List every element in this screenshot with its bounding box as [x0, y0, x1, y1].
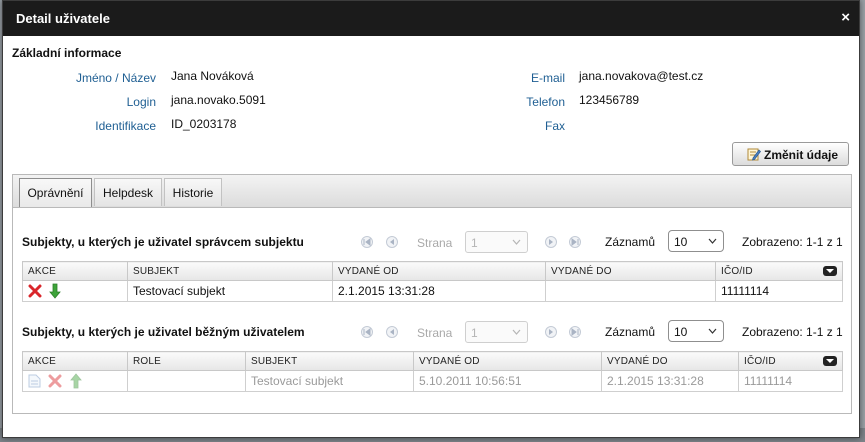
column-menu-icon[interactable] [823, 265, 837, 276]
user-shown-count: Zobrazeno: 1-1 z 1 [742, 325, 843, 339]
dialog-title: Detail uživatele [16, 11, 110, 26]
row-issued-to [545, 280, 716, 302]
identification-value: ID_0203178 [171, 117, 237, 131]
first-page-icon[interactable] [361, 326, 373, 338]
user-detail-dialog: Detail uživatele × Základní informace Jm… [2, 0, 860, 438]
column-header-ico-label: IČO/ID [721, 265, 753, 277]
tab-permissions[interactable]: Oprávnění [19, 178, 92, 207]
phone-value: 123456789 [579, 93, 640, 107]
close-icon[interactable]: × [841, 9, 850, 26]
row-ico: 11111114 [715, 280, 843, 302]
table-header-row: AKCE SUBJEKT VYDANÉ OD VYDANÉ DO IČO/ID [22, 261, 843, 281]
document-icon[interactable] [28, 374, 41, 388]
change-details-button[interactable]: Změnit údaje [732, 142, 849, 166]
row-ico: 11111114 [738, 370, 843, 392]
column-header-issued-to[interactable]: VYDANÉ DO [545, 261, 716, 281]
table-header-row: AKCE ROLE SUBJEKT VYDANÉ OD VYDANÉ DO IČ… [22, 351, 843, 371]
page-select[interactable]: 1 [465, 231, 528, 253]
tab-helpdesk[interactable]: Helpdesk [94, 178, 162, 206]
next-page-icon[interactable] [545, 236, 557, 248]
admin-section-heading: Subjekty, u kterých je uživatel správcem… [22, 235, 304, 249]
records-select[interactable]: 10 [668, 230, 724, 252]
column-header-actions[interactable]: AKCE [22, 351, 128, 371]
column-header-actions[interactable]: AKCE [22, 261, 128, 281]
last-page-icon[interactable] [569, 326, 581, 338]
table-row: Testovací subjekt 2.1.2015 13:31:28 1111… [22, 280, 843, 302]
edit-note-icon [747, 148, 761, 161]
row-issued-from: 5.10.2011 10:56:51 [413, 370, 602, 392]
name-label: Jméno / Název [75, 71, 156, 85]
column-header-issued-from[interactable]: VYDANÉ OD [413, 351, 602, 371]
column-header-subject[interactable]: SUBJEKT [245, 351, 414, 371]
column-menu-icon[interactable] [823, 355, 837, 366]
tabs-panel: Oprávnění Helpdesk Historie Subjekty, u … [12, 174, 852, 414]
records-select-value: 10 [674, 325, 688, 339]
delete-icon[interactable] [48, 374, 62, 388]
admin-shown-count: Zobrazeno: 1-1 z 1 [742, 235, 843, 249]
records-label: Záznamů [605, 325, 656, 339]
column-header-role[interactable]: ROLE [127, 351, 246, 371]
table-row: Testovací subjekt 5.10.2011 10:56:51 2.1… [22, 370, 843, 392]
last-page-icon[interactable] [569, 236, 581, 248]
chevron-down-icon [708, 238, 717, 244]
row-actions-cell [22, 370, 128, 392]
page-select-value: 1 [471, 236, 478, 250]
first-page-icon[interactable] [361, 236, 373, 248]
name-value: Jana Nováková [171, 69, 254, 83]
prev-page-icon[interactable] [386, 326, 398, 338]
phone-label: Telefon [526, 95, 565, 109]
row-actions-cell [22, 280, 128, 302]
upload-arrow-icon[interactable] [69, 373, 82, 389]
login-value: jana.novako.5091 [171, 93, 266, 107]
page-select-value: 1 [471, 326, 478, 340]
change-details-label: Změnit údaje [764, 148, 839, 162]
dialog-titlebar: Detail uživatele × [3, 1, 859, 36]
fax-label: Fax [544, 119, 565, 133]
email-value: jana.novakova@test.cz [579, 69, 704, 83]
column-header-issued-from[interactable]: VYDANÉ OD [332, 261, 546, 281]
column-header-issued-to[interactable]: VYDANÉ DO [601, 351, 739, 371]
chevron-down-icon [512, 329, 521, 335]
column-header-ico[interactable]: IČO/ID [715, 261, 843, 281]
row-issued-from: 2.1.2015 13:31:28 [332, 280, 546, 302]
user-subjects-table: AKCE ROLE SUBJEKT VYDANÉ OD VYDANÉ DO IČ… [22, 351, 843, 392]
row-subject: Testovací subjekt [245, 370, 414, 392]
row-role [127, 370, 246, 392]
login-label: Login [126, 95, 156, 109]
tab-bar: Oprávnění Helpdesk Historie [13, 175, 851, 208]
user-section-heading: Subjekty, u kterých je uživatel běžným u… [22, 325, 305, 339]
page-label: Strana [417, 326, 453, 340]
column-header-subject[interactable]: SUBJEKT [127, 261, 333, 281]
email-label: E-mail [530, 71, 565, 85]
admin-subjects-table: AKCE SUBJEKT VYDANÉ OD VYDANÉ DO IČO/ID … [22, 261, 843, 302]
tab-history[interactable]: Historie [164, 178, 222, 206]
page-label: Strana [417, 236, 453, 250]
prev-page-icon[interactable] [386, 236, 398, 248]
page-select[interactable]: 1 [465, 321, 528, 343]
records-select-value: 10 [674, 235, 688, 249]
row-issued-to: 2.1.2015 13:31:28 [601, 370, 739, 392]
chevron-down-icon [708, 328, 717, 334]
column-header-ico[interactable]: IČO/ID [738, 351, 843, 371]
basic-info-heading: Základní informace [12, 46, 122, 60]
chevron-down-icon [512, 239, 521, 245]
column-header-ico-label: IČO/ID [744, 355, 776, 367]
records-select[interactable]: 10 [668, 320, 724, 342]
download-arrow-icon[interactable] [49, 283, 62, 299]
identification-label: Identifikace [95, 119, 156, 133]
next-page-icon[interactable] [545, 326, 557, 338]
delete-icon[interactable] [28, 284, 42, 298]
row-subject: Testovací subjekt [127, 280, 333, 302]
records-label: Záznamů [605, 235, 656, 249]
